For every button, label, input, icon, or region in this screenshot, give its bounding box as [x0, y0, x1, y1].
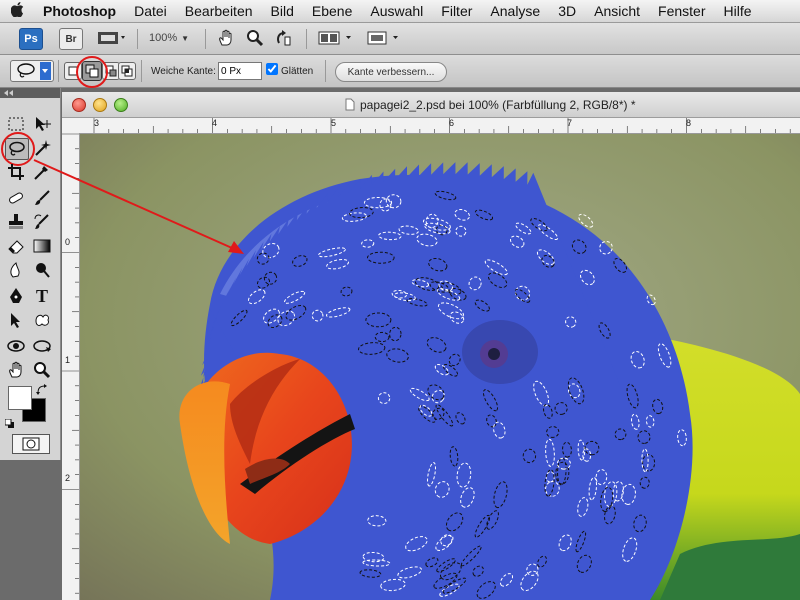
annotation-arrow — [33, 159, 244, 254]
